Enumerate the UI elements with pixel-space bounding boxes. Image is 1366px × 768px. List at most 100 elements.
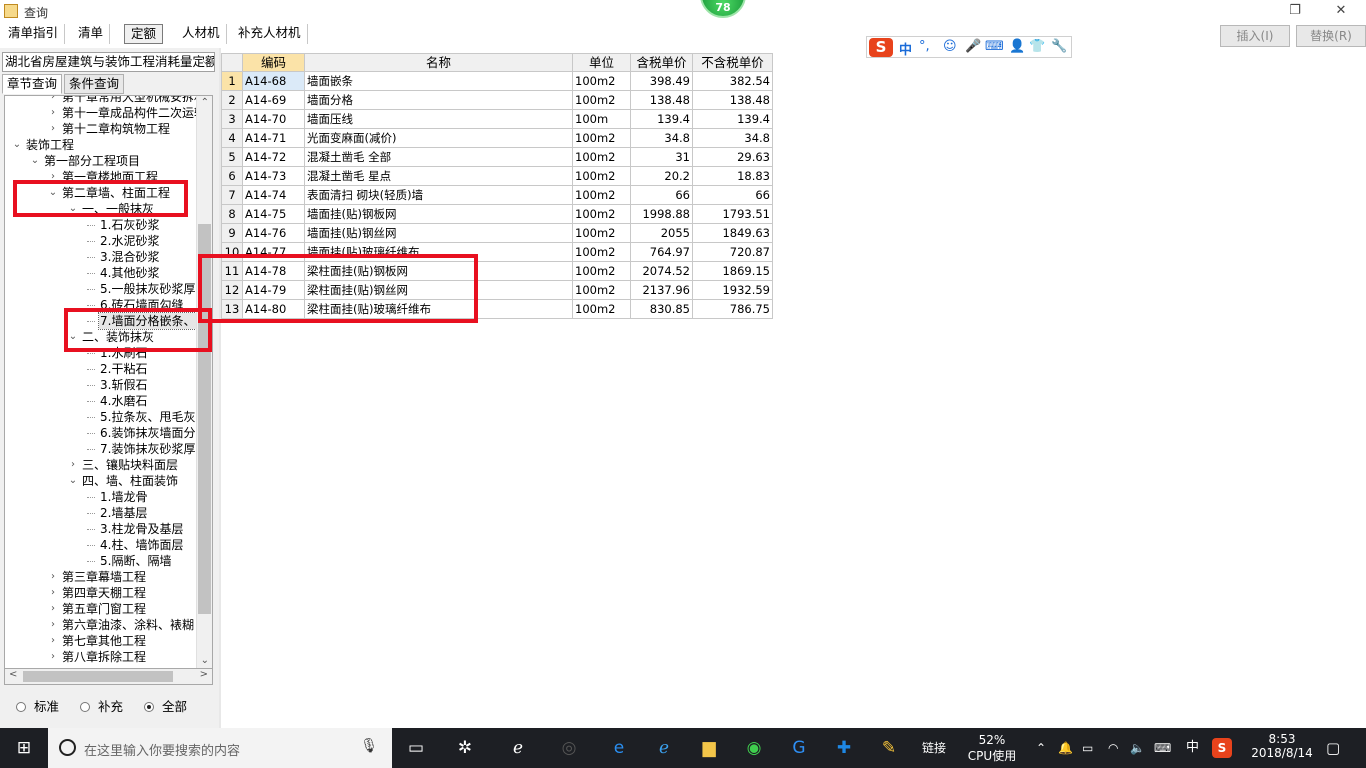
table-row[interactable]: 1 A14-68 墙面嵌条 100m2 398.49 382.54 — [221, 72, 773, 91]
row-number[interactable]: 5 — [221, 148, 243, 167]
tree-item[interactable]: 3.柱龙骨及基层 — [5, 521, 196, 537]
tax-price-cell[interactable]: 830.85 — [631, 300, 693, 319]
tree-item[interactable]: ⌄ 第一部分工程项目 — [5, 153, 196, 169]
notax-price-cell[interactable]: 1849.63 — [693, 224, 773, 243]
tab-bill[interactable]: 清单 — [72, 24, 111, 44]
g-app-icon[interactable]: G — [786, 736, 812, 760]
tree-item[interactable]: 4.水磨石 — [5, 393, 196, 409]
tree-item[interactable]: › 第十章常用大型机械安拆和 — [5, 96, 206, 105]
battery-icon[interactable]: ▭ — [1082, 728, 1093, 768]
table-row[interactable]: 7 A14-74 表面清扫 砌块(轻质)墙 100m2 66 66 — [221, 186, 773, 205]
radio-supplement-dot[interactable] — [80, 702, 90, 712]
taskbar-search[interactable]: 在这里输入你要搜索的内容 🎙 — [48, 728, 392, 768]
chevron-right-icon[interactable]: › — [47, 105, 59, 121]
column-header[interactable]: 名称 — [305, 53, 573, 72]
code-cell[interactable]: A14-68 — [243, 72, 305, 91]
name-cell[interactable]: 墙面嵌条 — [305, 72, 573, 91]
unit-cell[interactable]: 100m2 — [573, 91, 631, 110]
tree-horizontal-scrollbar[interactable]: < > — [4, 669, 213, 685]
volume-icon[interactable]: 🔈 — [1130, 728, 1145, 768]
library-select[interactable]: 湖北省房屋建筑与装饰工程消耗量定额 ⌵ — [2, 52, 215, 72]
smile-icon[interactable]: ☺ — [943, 39, 957, 54]
plus-app-icon[interactable]: ✚ — [831, 736, 857, 760]
tree-item[interactable]: 2.干粘石 — [5, 361, 196, 377]
tree-item[interactable]: › 第五章门窗工程 — [5, 601, 196, 617]
radio-supplement[interactable]: 补充 — [80, 696, 123, 715]
tree-item[interactable]: › 第十一章成品构件二次运输 — [5, 105, 206, 121]
tree-hscroll-thumb[interactable] — [23, 671, 173, 682]
tax-price-cell[interactable]: 66 — [631, 186, 693, 205]
tree-item[interactable]: 3.混合砂浆 — [5, 249, 196, 265]
tree-item[interactable]: › 第八章拆除工程 — [5, 649, 196, 665]
tax-price-cell[interactable]: 139.4 — [631, 110, 693, 129]
column-header[interactable] — [221, 53, 243, 72]
scroll-right-icon[interactable]: > — [200, 669, 208, 680]
tax-price-cell[interactable]: 398.49 — [631, 72, 693, 91]
code-cell[interactable]: A14-73 — [243, 167, 305, 186]
tax-price-cell[interactable]: 34.8 — [631, 129, 693, 148]
chevron-down-icon[interactable]: ⌄ — [11, 137, 23, 153]
chevron-down-icon[interactable]: ⌄ — [67, 473, 79, 489]
notax-price-cell[interactable]: 1932.59 — [693, 281, 773, 300]
unit-cell[interactable]: 100m2 — [573, 300, 631, 319]
name-cell[interactable]: 墙面挂(贴)钢丝网 — [305, 224, 573, 243]
shirt-icon[interactable]: 👕 — [1029, 39, 1045, 54]
notax-price-cell[interactable]: 1793.51 — [693, 205, 773, 224]
name-cell[interactable]: 墙面压线 — [305, 110, 573, 129]
tab-quota[interactable]: 定额 — [124, 24, 164, 44]
tax-price-cell[interactable]: 1998.88 — [631, 205, 693, 224]
notes-app-icon[interactable]: ✎ — [876, 736, 902, 760]
file-explorer-icon[interactable]: ▆ — [696, 736, 722, 760]
code-cell[interactable]: A14-75 — [243, 205, 305, 224]
tree-item[interactable]: 5.拉条灰、甩毛灰 — [5, 409, 196, 425]
row-number[interactable]: 8 — [221, 205, 243, 224]
ime-toolbar[interactable]: S 中 °, ☺ 🎤 ⌨ 👤 👕 🔧 — [866, 36, 1072, 58]
chevron-right-icon[interactable]: › — [47, 633, 59, 649]
score-badge[interactable]: 78 — [700, 0, 746, 18]
task-view-icon[interactable]: ▭ — [403, 736, 429, 760]
tree-item[interactable]: › 第十二章构筑物工程 — [5, 121, 196, 137]
tax-price-cell[interactable]: 2137.96 — [631, 281, 693, 300]
unit-cell[interactable]: 100m2 — [573, 224, 631, 243]
unit-cell[interactable]: 100m2 — [573, 72, 631, 91]
tree-item[interactable]: › 第六章油漆、涂料、裱糊 — [5, 617, 196, 633]
notax-price-cell[interactable]: 18.83 — [693, 167, 773, 186]
name-cell[interactable]: 墙面挂(贴)钢板网 — [305, 205, 573, 224]
close-button[interactable]: ✕ — [1324, 1, 1358, 21]
tax-price-cell[interactable]: 764.97 — [631, 243, 693, 262]
tree-item[interactable]: › 第七章其他工程 — [5, 633, 196, 649]
chevron-down-icon[interactable]: ⌵ — [203, 53, 211, 71]
cpu-meter[interactable]: 52% CPU使用 — [966, 728, 1018, 768]
tab-condition-query[interactable]: 条件查询 — [64, 74, 125, 94]
chevron-right-icon[interactable]: › — [67, 457, 79, 473]
tab-chapter-query[interactable]: 章节查询 — [2, 74, 63, 94]
wrench-icon[interactable]: 🔧 — [1051, 39, 1067, 54]
scroll-up-icon[interactable]: ⌃ — [201, 97, 209, 108]
unit-cell[interactable]: 100m2 — [573, 262, 631, 281]
row-number[interactable]: 1 — [221, 72, 243, 91]
notax-price-cell[interactable]: 382.54 — [693, 72, 773, 91]
chevron-right-icon[interactable]: › — [47, 569, 59, 585]
notax-price-cell[interactable]: 139.4 — [693, 110, 773, 129]
tree-item[interactable]: 1.墙龙骨 — [5, 489, 196, 505]
tax-price-cell[interactable]: 20.2 — [631, 167, 693, 186]
unit-cell[interactable]: 100m2 — [573, 205, 631, 224]
tree-item[interactable]: 7.装饰抹灰砂浆厚 — [5, 441, 196, 457]
notax-price-cell[interactable]: 34.8 — [693, 129, 773, 148]
chevron-right-icon[interactable]: › — [47, 601, 59, 617]
tree-item[interactable]: 6.装饰抹灰墙面分 — [5, 425, 196, 441]
row-number[interactable]: 2 — [221, 91, 243, 110]
tree-item[interactable]: › 三、镶贴块料面层 — [5, 457, 196, 473]
table-row[interactable]: 4 A14-71 光面变麻面(减价) 100m2 34.8 34.8 — [221, 129, 773, 148]
tree-item[interactable]: › 第四章天棚工程 — [5, 585, 196, 601]
keyboard-icon[interactable]: ⌨ — [985, 39, 1004, 54]
column-header[interactable]: 单位 — [573, 53, 631, 72]
notax-price-cell[interactable]: 720.87 — [693, 243, 773, 262]
action-center-icon[interactable]: ▢ — [1326, 728, 1340, 768]
replace-button[interactable]: 替换(R) — [1296, 25, 1366, 47]
table-row[interactable]: 2 A14-69 墙面分格 100m2 138.48 138.48 — [221, 91, 773, 110]
user-icon[interactable]: 👤 — [1009, 39, 1025, 54]
tree-item[interactable]: 3.斩假石 — [5, 377, 196, 393]
unit-cell[interactable]: 100m2 — [573, 186, 631, 205]
table-row[interactable]: 3 A14-70 墙面压线 100m 139.4 139.4 — [221, 110, 773, 129]
